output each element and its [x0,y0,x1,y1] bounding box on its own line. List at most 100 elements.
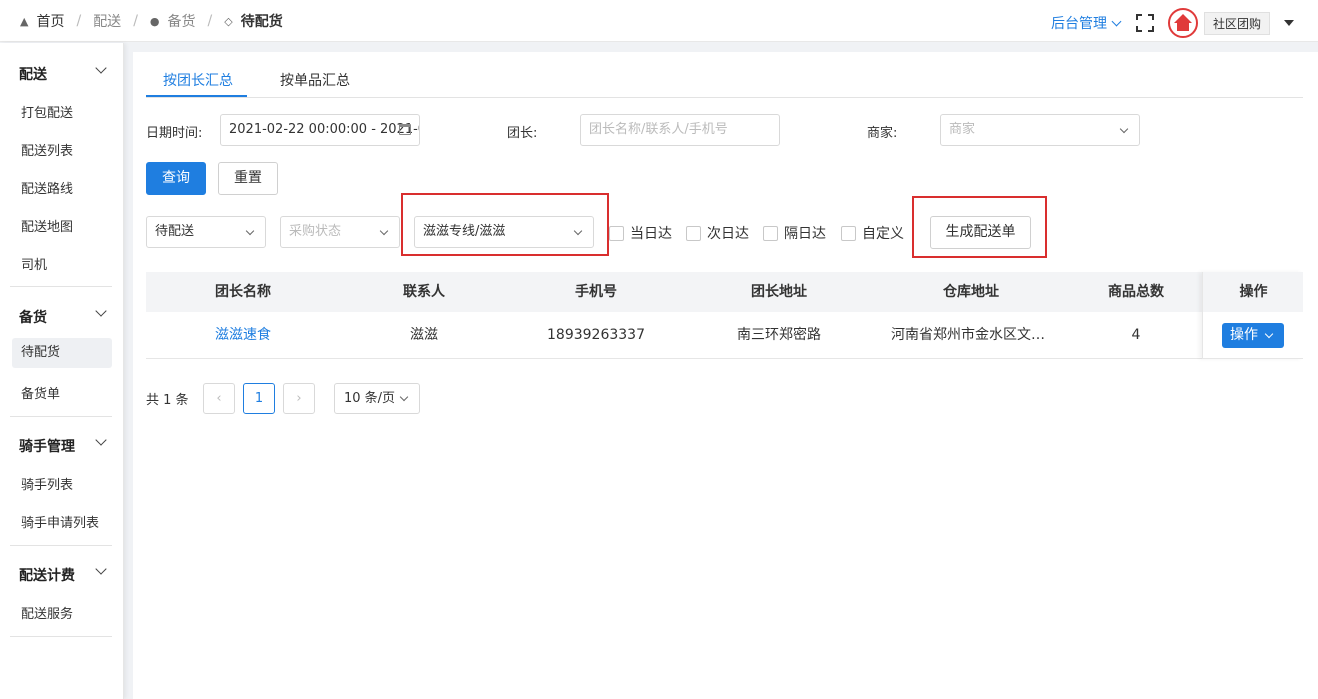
sidebar-group-delivery[interactable]: 配送 [19,64,47,84]
cell-phone: 18939263337 [547,327,645,343]
delivery-status-select[interactable]: 待配送 [146,216,266,248]
chevron-down-icon [1111,16,1122,26]
breadcrumb-separator: / [207,13,213,29]
admin-menu-label: 后台管理 [1050,16,1107,32]
pagination-prev-button[interactable]: ‹ [203,383,235,414]
chevron-down-icon [379,226,389,236]
fullscreen-icon[interactable] [1135,14,1154,32]
leader-search-input[interactable]: 团长名称/联系人/手机号 [580,114,780,146]
breadcrumb: ▲ 首页 / 配送 / ● 备货 / ◇ 待配货 [20,11,283,31]
checkbox-same-day[interactable]: 当日达 [609,223,672,243]
sidebar-item-drivers[interactable]: 司机 [21,254,47,273]
sidebar-item-delivery-map[interactable]: 配送地图 [21,216,73,235]
table-header: 团长名称 联系人 手机号 团长地址 仓库地址 商品总数 [146,272,1303,312]
breadcrumb-separator: / [133,13,138,29]
home-icon: ▲ [20,14,29,28]
query-button[interactable]: 查询 [146,162,206,195]
page-size-select[interactable]: 10 条/页 [334,383,420,414]
sidebar-item-pack-delivery[interactable]: 打包配送 [21,102,73,121]
checkbox-label: 自定义 [862,226,904,242]
highlight-box-generate [912,196,1047,258]
page-size-value: 10 条/页 [344,391,396,406]
column-header-contact: 联系人 [403,284,445,300]
breadcrumb-home[interactable]: 首页 [36,11,64,31]
box-icon: ◇ [224,14,233,28]
row-action-button[interactable]: 操作 [1222,323,1284,348]
shop-name[interactable]: 社区团购 [1203,11,1270,35]
checkbox-label: 隔日达 [784,226,826,242]
cell-leader-address: 南三环郑密路 [737,327,821,343]
column-header-actions: 操作 [1239,284,1268,300]
caret-down-icon[interactable] [1284,20,1294,26]
cell-total-items: 4 [1131,327,1141,343]
chevron-down-icon[interactable] [95,62,107,74]
merchant-select[interactable]: 商家 [940,114,1140,146]
sidebar-divider [10,416,112,417]
cell-contact: 滋滋 [410,327,438,343]
tab-bar: 按团长汇总 按单品汇总 [146,52,1303,98]
calendar-icon [399,124,411,135]
checkbox-box[interactable] [686,225,701,241]
chevron-down-icon[interactable] [95,563,107,575]
admin-menu[interactable]: 后台管理 [1050,13,1122,33]
pagination-next-button[interactable]: › [283,383,315,414]
breadcrumb-item-stock[interactable]: 备货 [168,11,196,31]
column-header-warehouse-address: 仓库地址 [943,284,999,300]
pin-icon: ● [149,14,160,28]
top-bar: ▲ 首页 / 配送 / ● 备货 / ◇ 待配货 后台管理 社区团购 [0,0,1318,42]
cell-leader-name[interactable]: 滋滋速食 [194,312,292,359]
checkbox-label: 次日达 [707,226,749,242]
reset-button[interactable]: 重置 [218,162,278,195]
breadcrumb-item-delivery[interactable]: 配送 [93,11,121,31]
avatar[interactable] [1167,8,1198,38]
checkbox-box[interactable] [841,225,856,241]
column-header-phone: 手机号 [575,284,617,300]
column-header-leader: 团长名称 [215,284,271,300]
sidebar-item-delivery-routes[interactable]: 配送路线 [21,178,73,197]
sidebar-group-stock[interactable]: 备货 [19,307,47,327]
chevron-down-icon [245,226,255,236]
date-range-value: 2021-02-22 00:00:00 - 2021-02-22 23:59:5… [229,122,419,137]
tab-by-product[interactable]: 按单品汇总 [280,70,350,90]
chevron-down-icon[interactable] [95,305,107,317]
checkbox-next-day[interactable]: 次日达 [686,223,749,243]
tab-active-indicator [146,95,247,97]
sidebar-item-delivery-list[interactable]: 配送列表 [21,140,73,159]
purchase-status-select[interactable]: 采购状态 [280,216,400,248]
sidebar-divider [10,636,112,637]
sidebar-item-delivery-service[interactable]: 配送服务 [21,603,73,622]
sidebar-item-pending-allocation[interactable]: 待配货 [12,338,112,368]
main-content: 按团长汇总 按单品汇总 日期时间: 2021-02-22 00:00:00 - … [133,52,1318,699]
column-header-total-items: 商品总数 [1108,284,1164,300]
sidebar-group-billing[interactable]: 配送计费 [19,565,75,585]
pagination-total: 共 1 条 [146,393,189,408]
breadcrumb-current: 待配货 [240,14,283,30]
chevron-down-icon [1264,329,1274,339]
sidebar-item-rider-applications[interactable]: 骑手申请列表 [21,512,99,531]
cell-warehouse-address: 河南省郑州市金水区文化路 [891,327,1051,343]
sidebar-group-riders[interactable]: 骑手管理 [19,436,75,456]
checkbox-day-after[interactable]: 隔日达 [763,223,826,243]
sidebar-item-stock-orders[interactable]: 备货单 [21,383,60,402]
chevron-down-icon[interactable] [95,434,107,446]
checkbox-box[interactable] [609,225,624,241]
leader-search-placeholder: 团长名称/联系人/手机号 [589,122,728,137]
purchase-status-placeholder: 采购状态 [289,224,342,239]
pagination-page-1[interactable]: 1 [243,383,275,414]
date-range-input[interactable]: 2021-02-22 00:00:00 - 2021-02-22 23:59:5… [220,114,420,146]
date-label: 日期时间: [146,126,203,141]
tab-by-leader[interactable]: 按团长汇总 [163,70,233,90]
sidebar-divider [10,545,112,546]
chevron-down-icon [399,392,409,402]
sidebar-item-rider-list[interactable]: 骑手列表 [21,474,73,493]
checkbox-box[interactable] [763,225,778,241]
leader-label: 团长: [507,126,538,141]
merchant-label: 商家: [867,126,898,141]
sidebar: 配送 打包配送 配送列表 配送路线 配送地图 司机 备货 待配货 备货单 骑手管… [0,43,124,699]
checkbox-label: 当日达 [630,226,672,242]
row-action-label: 操作 [1230,327,1258,343]
sidebar-divider [10,286,112,287]
checkbox-custom[interactable]: 自定义 [841,223,904,243]
table-row: 滋滋速食 滋滋 18939263337 南三环郑密路 河南省郑州市金水区文化路 … [146,312,1303,359]
column-header-leader-address: 团长地址 [751,284,807,300]
